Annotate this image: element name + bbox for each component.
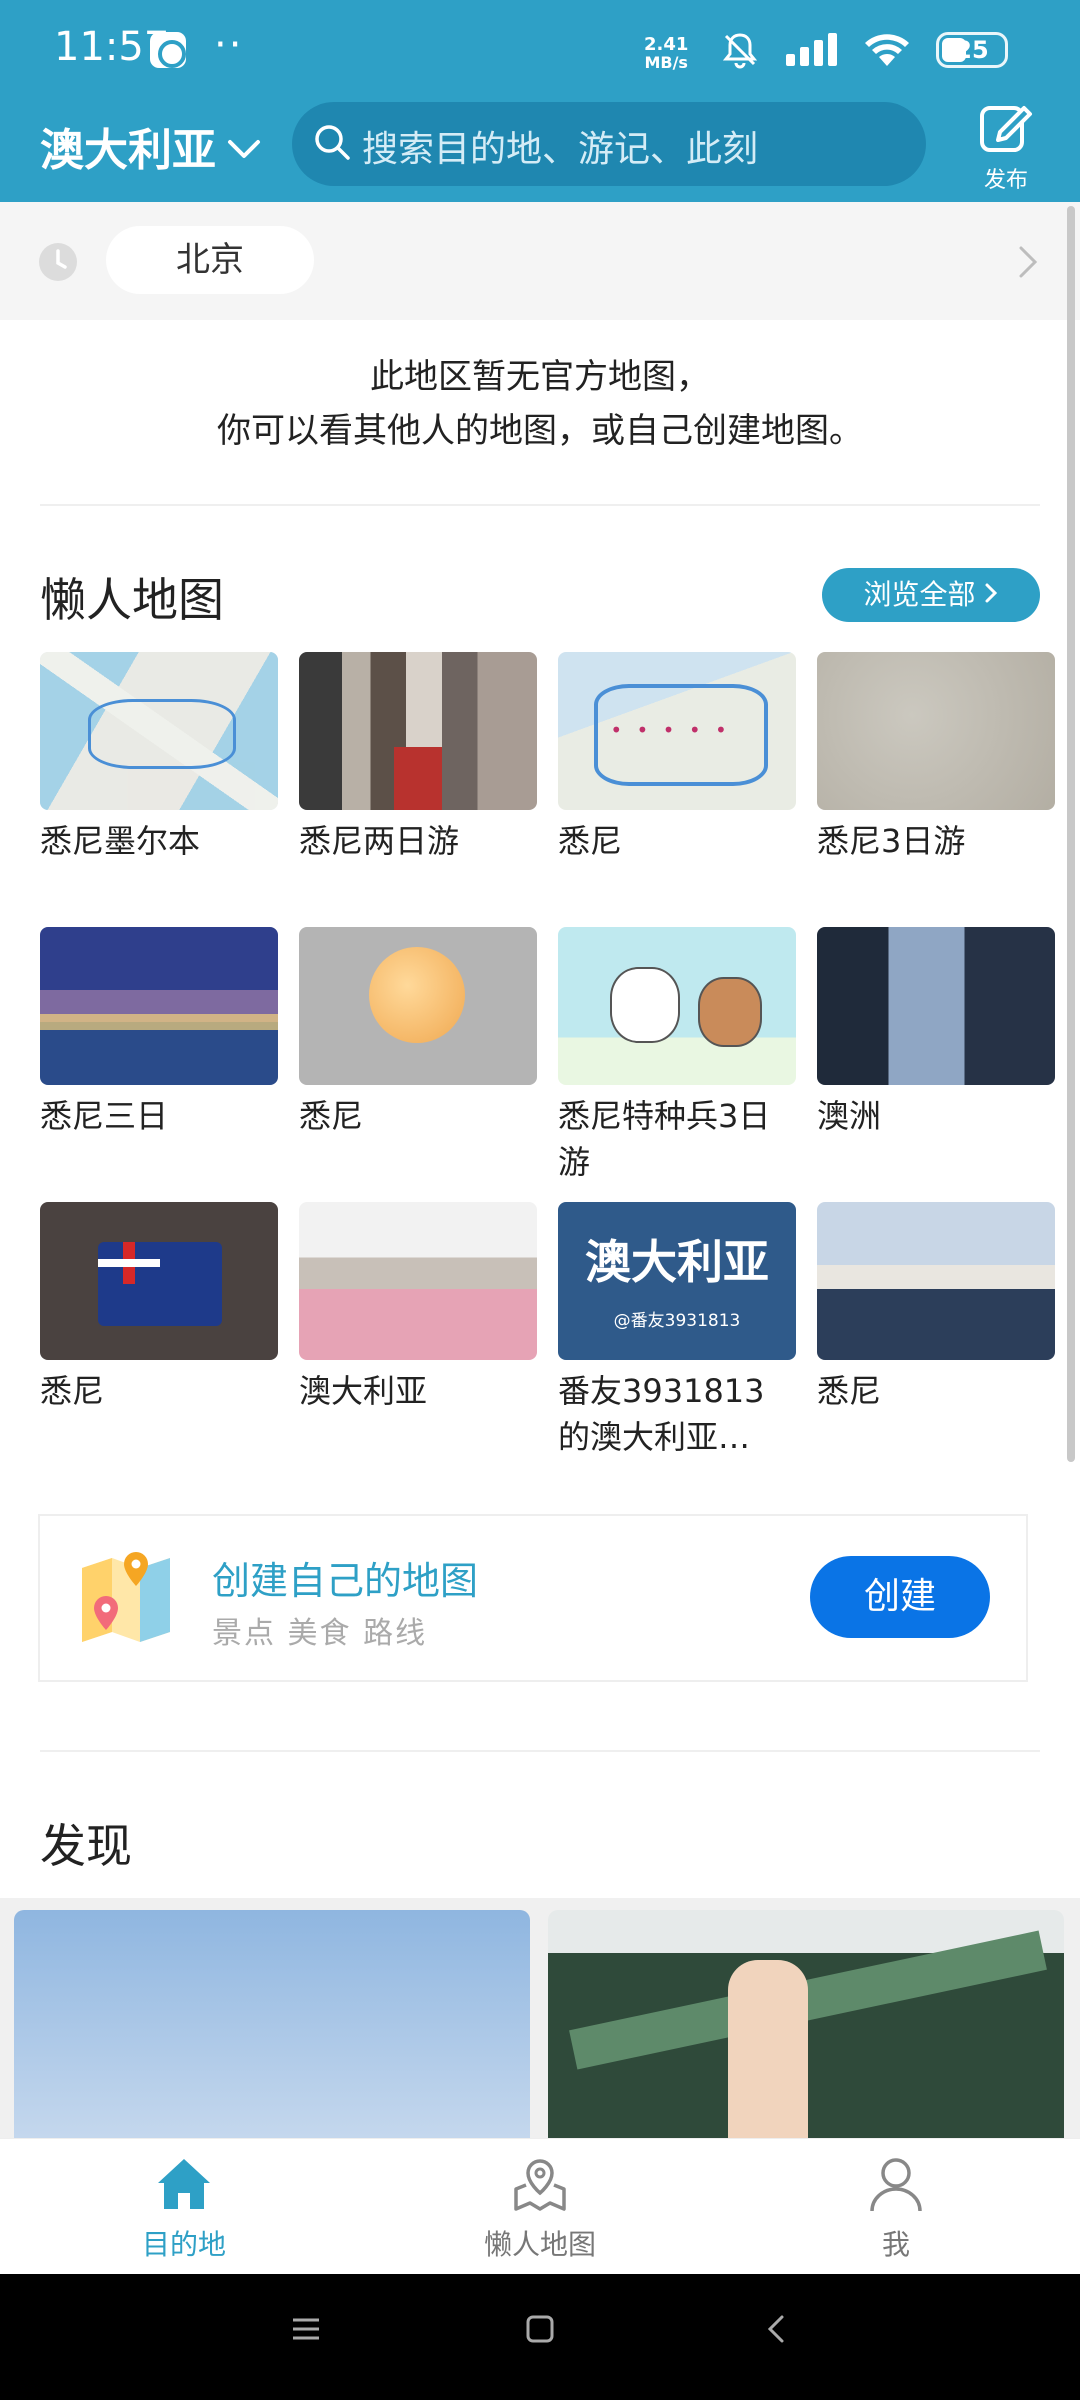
browse-all-button[interactable]: 浏览全部	[822, 568, 1040, 622]
map-card[interactable]: 悉尼	[817, 1202, 1055, 1414]
edit-icon	[978, 106, 1034, 160]
status-bar: 11:57 ·· 2.41 MB/s 25	[0, 0, 1080, 100]
back-icon[interactable]	[762, 2314, 794, 2348]
battery-level: 25	[955, 36, 989, 64]
map-card[interactable]: 悉尼	[40, 1202, 278, 1414]
map-card[interactable]: 澳洲	[817, 927, 1055, 1139]
map-card-thumbnail	[558, 652, 796, 810]
map-card-label: 悉尼墨尔本	[40, 822, 201, 860]
discover-feed	[0, 1898, 1080, 2150]
map-card-thumbnail: 澳大利亚 @番友3931813	[558, 1202, 796, 1360]
wifi-icon	[862, 30, 912, 74]
chevron-right-icon	[984, 578, 998, 611]
history-chip[interactable]: 北京	[106, 226, 314, 294]
map-card-thumbnail	[558, 927, 796, 1085]
thumbnail-subtitle: @番友3931813	[613, 1311, 741, 1331]
nav-destination[interactable]: 目的地	[84, 2155, 284, 2263]
bottom-nav: 目的地 懒人地图 我	[0, 2138, 1080, 2274]
app-notification-icon	[150, 32, 186, 68]
map-card-thumbnail	[299, 1202, 537, 1360]
menu-icon[interactable]	[290, 2314, 322, 2348]
clock-icon	[38, 242, 78, 286]
scrollbar[interactable]	[1067, 206, 1075, 1462]
home-icon	[154, 2159, 214, 2217]
history-row: 北京	[0, 202, 1080, 320]
map-card[interactable]: 悉尼三日	[40, 927, 278, 1139]
map-card-thumbnail	[40, 1202, 278, 1360]
map-card-thumbnail	[817, 927, 1055, 1085]
map-card-label: 悉尼	[558, 822, 623, 860]
nav-lazy-map[interactable]: 懒人地图	[440, 2155, 640, 2263]
bell-muted-icon	[720, 30, 760, 74]
browse-all-label: 浏览全部	[863, 578, 976, 611]
map-card-label: 番友3931813的澳大利亚…	[558, 1372, 765, 1456]
network-speed-value: 2.41	[644, 34, 689, 55]
divider	[40, 504, 1040, 506]
nav-me-label: 我	[881, 2228, 910, 2261]
map-card[interactable]: 悉尼两日游	[299, 652, 537, 864]
create-map-card[interactable]: 创建自己的地图 景点 美食 路线 创建	[38, 1514, 1028, 1682]
nav-me[interactable]: 我	[796, 2155, 996, 2263]
notice-line-2: 你可以看其他人的地图，或自己创建地图。	[217, 411, 863, 451]
map-card-thumbnail	[40, 652, 278, 810]
map-card[interactable]: 澳大利亚 @番友3931813 番友3931813的澳大利亚…	[558, 1202, 796, 1460]
map-icon	[510, 2159, 570, 2217]
home-button-icon[interactable]	[524, 2314, 556, 2348]
network-speed-unit: MB/s	[644, 53, 688, 72]
map-card-label: 悉尼三日	[40, 1097, 169, 1135]
create-map-subtitle: 景点 美食 路线	[212, 1616, 428, 1651]
divider	[40, 1750, 1040, 1752]
map-card-thumbnail	[817, 652, 1055, 810]
map-card-label: 悉尼	[817, 1372, 882, 1410]
search-placeholder: 搜索目的地、游记、此刻	[362, 129, 759, 170]
map-card[interactable]: 澳大利亚	[299, 1202, 537, 1414]
network-speed: 2.41 MB/s	[644, 36, 688, 72]
map-card-thumbnail	[299, 927, 537, 1085]
map-card[interactable]: 悉尼3日游	[817, 652, 1055, 864]
nav-lazy-map-label: 懒人地图	[483, 2228, 596, 2261]
region-selector[interactable]: 澳大利亚	[40, 114, 262, 178]
discover-title: 发现	[40, 1819, 132, 1873]
battery-icon: 25	[936, 32, 1008, 68]
publish-label: 发布	[983, 168, 1028, 193]
system-nav-bar	[0, 2274, 1080, 2400]
map-card[interactable]: 悉尼	[558, 652, 796, 864]
chevron-down-icon	[226, 121, 262, 172]
thumbnail-title: 澳大利亚	[585, 1235, 769, 1289]
user-icon	[866, 2158, 926, 2217]
app-header: 11:57 ·· 2.41 MB/s 25 澳大利亚 搜索目的地、游记、此刻 发…	[0, 0, 1080, 202]
status-more-dots: ··	[214, 22, 244, 68]
region-name: 澳大利亚	[40, 125, 216, 176]
search-icon	[312, 122, 352, 166]
map-card-label: 悉尼3日游	[817, 822, 966, 860]
search-input[interactable]: 搜索目的地、游记、此刻	[292, 102, 926, 186]
discover-card-image[interactable]	[548, 1910, 1064, 2150]
no-official-map-notice: 此地区暂无官方地图， 你可以看其他人的地图，或自己创建地图。	[0, 350, 1080, 458]
map-card-label: 悉尼两日游	[299, 822, 460, 860]
map-card-thumbnail	[817, 1202, 1055, 1360]
lazy-maps-title: 懒人地图	[40, 573, 224, 627]
map-card-label: 悉尼特种兵3日游	[558, 1097, 771, 1181]
map-card[interactable]: 悉尼墨尔本	[40, 652, 278, 864]
publish-button[interactable]: 发布	[976, 100, 1036, 194]
map-card[interactable]: 悉尼特种兵3日游	[558, 927, 796, 1185]
map-card[interactable]: 悉尼	[299, 927, 537, 1139]
map-card-thumbnail	[299, 652, 537, 810]
top-bar: 澳大利亚 搜索目的地、游记、此刻 发布	[0, 100, 1080, 202]
map-card-label: 悉尼	[40, 1372, 105, 1410]
map-card-label: 澳洲	[817, 1097, 882, 1135]
signal-icon	[784, 32, 840, 72]
nav-destination-label: 目的地	[141, 2228, 226, 2261]
notice-line-1: 此地区暂无官方地图，	[370, 357, 710, 397]
chevron-right-icon[interactable]	[1016, 244, 1040, 284]
map-pin-icon	[76, 1546, 176, 1650]
create-button[interactable]: 创建	[810, 1556, 990, 1638]
map-card-label: 悉尼	[299, 1097, 364, 1135]
discover-card-image[interactable]	[14, 1910, 530, 2150]
map-card-label: 澳大利亚	[299, 1372, 428, 1410]
map-card-thumbnail	[40, 927, 278, 1085]
create-map-title: 创建自己的地图	[212, 1559, 479, 1603]
